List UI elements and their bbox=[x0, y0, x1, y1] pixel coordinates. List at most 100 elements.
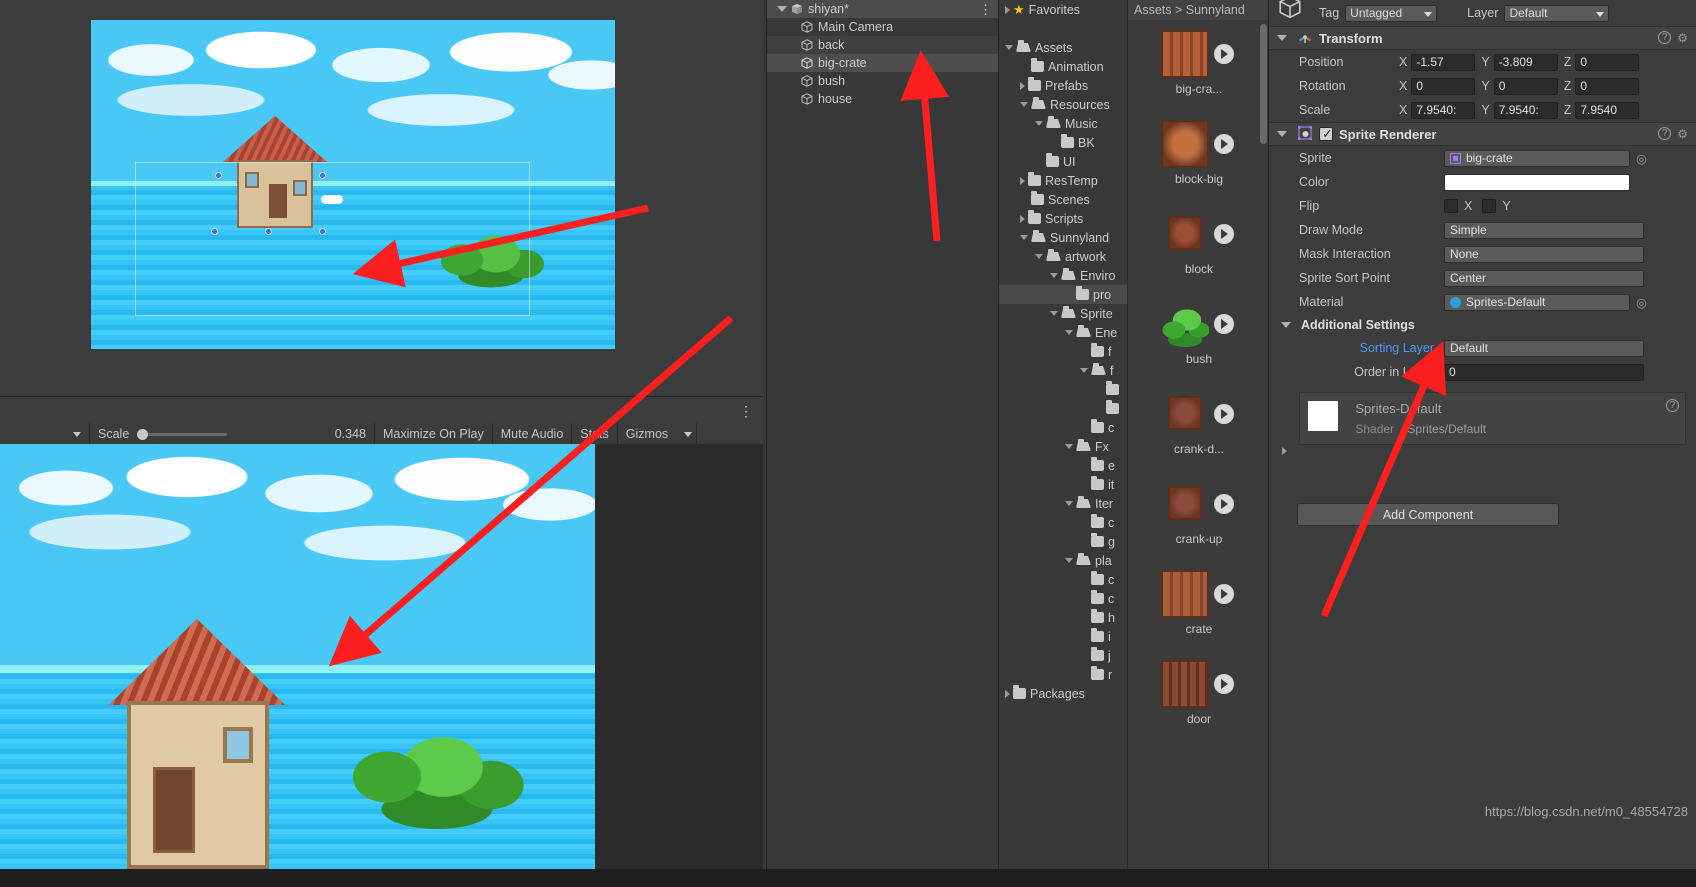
project-tree-item[interactable]: artwork bbox=[999, 247, 1127, 266]
project-tree-item[interactable]: Scripts bbox=[999, 209, 1127, 228]
game-view-panel[interactable] bbox=[0, 444, 763, 869]
chevron-down-icon[interactable] bbox=[1050, 311, 1058, 316]
asset-item[interactable]: bush bbox=[1128, 290, 1270, 380]
project-tree-item[interactable]: r bbox=[999, 665, 1127, 684]
project-tree-item[interactable]: c bbox=[999, 570, 1127, 589]
hierarchy-item-back[interactable]: back bbox=[767, 36, 998, 54]
project-tree-item[interactable] bbox=[999, 399, 1127, 418]
project-tree-item[interactable]: UI bbox=[999, 152, 1127, 171]
mask-interaction-dropdown[interactable]: None bbox=[1444, 245, 1644, 263]
project-tree-item[interactable]: Iter bbox=[999, 494, 1127, 513]
transform-z-input[interactable]: 0 bbox=[1575, 53, 1640, 71]
project-tree-item[interactable]: ResTemp bbox=[999, 171, 1127, 190]
chevron-right-icon[interactable] bbox=[1020, 214, 1025, 223]
transform-z-input[interactable]: 7.9540 bbox=[1575, 101, 1640, 119]
hierarchy-item-house[interactable]: house bbox=[767, 90, 998, 108]
chevron-down-icon[interactable] bbox=[1035, 254, 1043, 259]
chevron-down-icon[interactable] bbox=[1065, 558, 1073, 563]
transform-row[interactable]: Scale X 7.9540: Y 7.9540: Z 7.9540 bbox=[1269, 98, 1696, 122]
hierarchy-item-main-camera[interactable]: Main Camera bbox=[767, 18, 998, 36]
add-component-button[interactable]: Add Component bbox=[1297, 503, 1559, 526]
project-tree-item[interactable] bbox=[999, 380, 1127, 399]
chevron-down-icon[interactable] bbox=[1020, 235, 1028, 240]
asset-item[interactable]: block bbox=[1128, 200, 1270, 290]
project-tree-item[interactable]: Music bbox=[999, 114, 1127, 133]
hierarchy-item-big-crate[interactable]: big-crate bbox=[767, 54, 998, 72]
help-icon[interactable]: ? bbox=[1658, 127, 1672, 140]
project-tree-item[interactable]: j bbox=[999, 646, 1127, 665]
help-icon[interactable]: ? bbox=[1666, 399, 1679, 412]
order-in-layer-input[interactable]: 0 bbox=[1444, 363, 1644, 381]
transform-x-input[interactable]: -1.57 bbox=[1411, 53, 1476, 71]
sorting-layer-label[interactable]: Sorting Layer bbox=[1299, 341, 1439, 355]
project-tree-item[interactable]: f bbox=[999, 342, 1127, 361]
chevron-right-icon[interactable] bbox=[1020, 81, 1025, 90]
flip-row[interactable]: Flip X Y bbox=[1269, 194, 1696, 218]
mute-audio-toggle[interactable]: Mute Audio bbox=[493, 423, 573, 445]
hierarchy-panel[interactable]: shiyan* ⋮ Main Camera back big-crate bus… bbox=[766, 0, 998, 869]
stats-toggle[interactable]: Stats bbox=[572, 423, 618, 445]
transform-x-input[interactable]: 7.9540: bbox=[1411, 101, 1476, 119]
sprite-renderer-enabled-checkbox[interactable] bbox=[1319, 126, 1333, 142]
project-tree-item[interactable]: Prefabs bbox=[999, 76, 1127, 95]
mask-interaction-row[interactable]: Mask Interaction None bbox=[1269, 242, 1696, 266]
hierarchy-scene-row[interactable]: shiyan* ⋮ bbox=[767, 0, 998, 18]
sorting-layer-dropdown[interactable]: Default bbox=[1444, 339, 1644, 357]
game-viewport[interactable] bbox=[0, 444, 595, 869]
project-tree-item[interactable]: ★ Favorites bbox=[999, 0, 1127, 19]
sprite-object-field[interactable]: big-crate bbox=[1444, 149, 1630, 167]
asset-item[interactable]: crank-up bbox=[1128, 470, 1270, 560]
project-tree-item[interactable]: it bbox=[999, 475, 1127, 494]
chevron-down-icon[interactable] bbox=[1035, 121, 1043, 126]
chevron-right-icon[interactable] bbox=[1282, 447, 1287, 455]
asset-preview-play-icon[interactable] bbox=[1214, 674, 1234, 694]
maximize-on-play-toggle[interactable]: Maximize On Play bbox=[375, 423, 493, 445]
sprite-picker-icon[interactable]: ◎ bbox=[1636, 151, 1647, 166]
chevron-down-icon[interactable] bbox=[1020, 102, 1028, 107]
sprite-sort-point-row[interactable]: Sprite Sort Point Center bbox=[1269, 266, 1696, 290]
project-tree-item[interactable]: pro bbox=[999, 285, 1127, 304]
scale-slider[interactable] bbox=[137, 428, 227, 440]
project-tree[interactable]: ★ Favorites Assets Animation Prefabs Resource… bbox=[999, 0, 1127, 869]
game-view-toolbar[interactable]: ⋮ Scale 0.348 Maximize On Play Mute Audi… bbox=[0, 396, 763, 445]
chevron-down-icon[interactable] bbox=[1065, 501, 1073, 506]
transform-row[interactable]: Position X -1.57 Y -3.809 Z 0 bbox=[1269, 50, 1696, 74]
order-in-layer-row[interactable]: Order in Layer 0 bbox=[1269, 360, 1696, 384]
gizmos-dropdown[interactable]: Gizmos bbox=[618, 423, 698, 445]
sorting-layer-row[interactable]: Sorting Layer Default bbox=[1269, 336, 1696, 360]
project-tree-item[interactable]: c bbox=[999, 418, 1127, 437]
asset-preview-play-icon[interactable] bbox=[1214, 314, 1234, 334]
draw-mode-row[interactable]: Draw Mode Simple bbox=[1269, 218, 1696, 242]
color-row[interactable]: Color bbox=[1269, 170, 1696, 194]
tag-dropdown[interactable]: Untagged bbox=[1345, 4, 1438, 22]
project-panel[interactable]: ★ Favorites Assets Animation Prefabs Resource… bbox=[998, 0, 1367, 869]
asset-preview-play-icon[interactable] bbox=[1214, 584, 1234, 604]
project-tree-item[interactable]: f bbox=[999, 361, 1127, 380]
asset-item[interactable]: crate bbox=[1128, 560, 1270, 650]
project-tree-item[interactable]: Sunnyland bbox=[999, 228, 1127, 247]
material-row[interactable]: Material Sprites-Default ◎ bbox=[1269, 290, 1696, 314]
inspector-panel[interactable]: Tag Untagged Layer Default Transform ? ⚙… bbox=[1268, 0, 1696, 869]
tag-layer-row[interactable]: Tag Untagged Layer Default bbox=[1269, 0, 1696, 26]
asset-preview-play-icon[interactable] bbox=[1214, 134, 1234, 154]
scale-slider-knob[interactable] bbox=[137, 428, 149, 440]
additional-settings-header[interactable]: Additional Settings bbox=[1269, 314, 1696, 336]
project-tree-item[interactable]: Assets bbox=[999, 38, 1127, 57]
game-view-menu-icon[interactable]: ⋮ bbox=[739, 403, 753, 420]
project-breadcrumb[interactable]: Assets > Sunnyland bbox=[1128, 0, 1269, 20]
help-icon[interactable]: ? bbox=[1658, 31, 1672, 44]
scale-slider-group[interactable]: Scale 0.348 bbox=[90, 423, 375, 445]
asset-preview-play-icon[interactable] bbox=[1214, 494, 1234, 514]
project-tree-item[interactable]: BK bbox=[999, 133, 1127, 152]
scene-view-panel[interactable] bbox=[0, 0, 763, 396]
sprite-renderer-header[interactable]: Sprite Renderer ? ⚙ bbox=[1269, 122, 1696, 146]
project-tree-item[interactable]: h bbox=[999, 608, 1127, 627]
chevron-right-icon[interactable] bbox=[1005, 689, 1010, 698]
chevron-down-icon[interactable] bbox=[1050, 273, 1058, 278]
flip-x-checkbox[interactable] bbox=[1444, 199, 1458, 213]
chevron-down-icon[interactable] bbox=[1281, 322, 1291, 328]
project-tree-item[interactable]: Fx bbox=[999, 437, 1127, 456]
asset-item[interactable]: big-cra... bbox=[1128, 20, 1270, 110]
transform-y-input[interactable]: 0 bbox=[1493, 77, 1558, 95]
chevron-down-icon[interactable] bbox=[1277, 131, 1287, 137]
